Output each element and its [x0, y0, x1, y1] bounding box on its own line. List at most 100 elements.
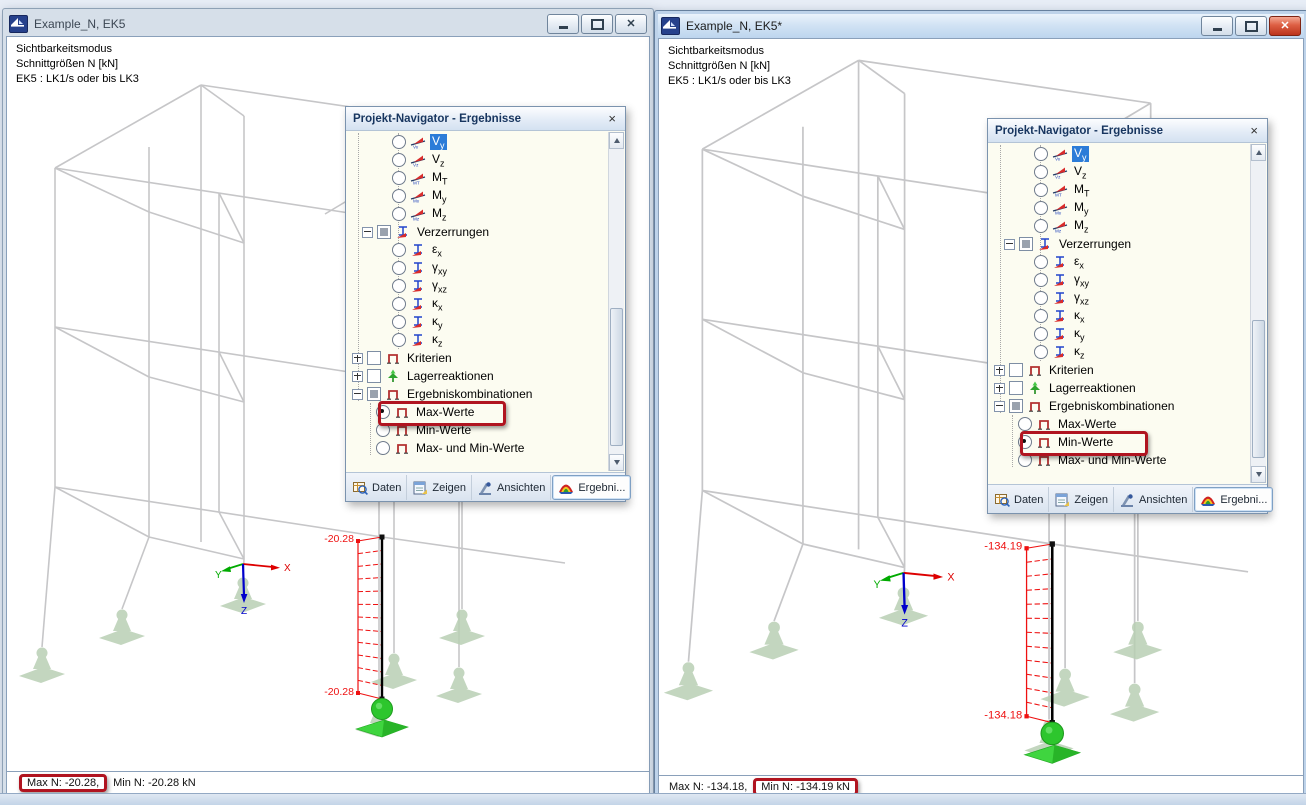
tree-radio[interactable] — [376, 405, 390, 419]
tree-item-mt[interactable]: MT MT — [988, 181, 1251, 199]
minimize-button[interactable] — [547, 14, 579, 34]
close-icon[interactable]: × — [1248, 123, 1260, 138]
tree-radio[interactable] — [1034, 219, 1048, 233]
tree-radio[interactable] — [392, 207, 406, 221]
collapse-icon[interactable] — [994, 400, 1005, 412]
tree-item-ergebniskombinationen[interactable]: Ergebniskombinationen — [346, 385, 609, 403]
tree-radio[interactable] — [1034, 255, 1048, 269]
tab-ansichten[interactable]: Ansichten — [1115, 487, 1194, 512]
tree-radio[interactable] — [376, 423, 390, 437]
tree-radio[interactable] — [1034, 165, 1048, 179]
viewport-3d[interactable]: Sichtbarkeitsmodus Schnittgrößen N [kN] … — [658, 38, 1304, 776]
maximize-button[interactable] — [1235, 16, 1267, 36]
titlebar[interactable]: Example_N, EK5 ✕ — [6, 12, 650, 36]
tree-item-max-werte[interactable]: Max-Werte — [988, 415, 1251, 433]
scroll-up-icon[interactable] — [1251, 144, 1266, 161]
tree-radio[interactable] — [1034, 183, 1048, 197]
tree-checkbox[interactable] — [377, 225, 391, 239]
close-icon[interactable]: × — [606, 111, 618, 126]
tree-radio[interactable] — [1034, 309, 1048, 323]
scrollbar[interactable] — [608, 132, 624, 471]
tree-radio[interactable] — [392, 243, 406, 257]
tree-checkbox[interactable] — [367, 369, 381, 383]
tree-item--xy[interactable]: γxy — [346, 259, 609, 277]
tree-item-mt[interactable]: MT MT — [346, 169, 609, 187]
tree-radio[interactable] — [392, 171, 406, 185]
tree-item-kriterien[interactable]: Kriterien — [346, 349, 609, 367]
tree-radio[interactable] — [392, 333, 406, 347]
tree-item--z[interactable]: κz — [988, 343, 1251, 361]
tree-item-my[interactable]: My My — [346, 187, 609, 205]
expand-icon[interactable] — [352, 352, 363, 364]
scroll-up-icon[interactable] — [609, 132, 624, 149]
tree-item-my[interactable]: My My — [988, 199, 1251, 217]
tree-item-max-und-min-werte[interactable]: Max- und Min-Werte — [988, 451, 1251, 469]
maximize-button[interactable] — [581, 14, 613, 34]
tree-radio[interactable] — [1034, 273, 1048, 287]
tab-daten[interactable]: Daten — [348, 475, 408, 500]
tree-item-max-und-min-werte[interactable]: Max- und Min-Werte — [346, 439, 609, 457]
tree-item--x[interactable]: κx — [346, 295, 609, 313]
tree-radio[interactable] — [1034, 201, 1048, 215]
scrollbar-thumb[interactable] — [610, 308, 623, 446]
tree-radio[interactable] — [376, 441, 390, 455]
collapse-icon[interactable] — [1004, 238, 1015, 250]
tree-radio[interactable] — [1018, 417, 1032, 431]
tree-radio[interactable] — [1034, 345, 1048, 359]
expand-icon[interactable] — [994, 382, 1005, 394]
tree-radio[interactable] — [392, 261, 406, 275]
tree-item--xy[interactable]: γxy — [988, 271, 1251, 289]
scroll-down-icon[interactable] — [609, 454, 624, 471]
tree-item-kriterien[interactable]: Kriterien — [988, 361, 1251, 379]
close-button[interactable]: ✕ — [615, 14, 647, 34]
tab-ergebni[interactable]: Ergebni... — [1194, 487, 1274, 512]
titlebar[interactable]: Example_N, EK5* ✕ — [658, 14, 1304, 38]
tree-radio[interactable] — [392, 279, 406, 293]
tree-checkbox[interactable] — [367, 351, 381, 365]
tree-checkbox[interactable] — [1009, 363, 1023, 377]
tree-item-vy[interactable]: Vy Vy — [346, 133, 609, 151]
tree-radio[interactable] — [1034, 291, 1048, 305]
tree-radio[interactable] — [392, 315, 406, 329]
tree-item--xz[interactable]: γxz — [346, 277, 609, 295]
tree-item-vz[interactable]: Vz Vz — [988, 163, 1251, 181]
tree-item--x[interactable]: εx — [988, 253, 1251, 271]
window-example-ek5-min[interactable]: Example_N, EK5* ✕ Sichtbarkeitsmodus Sch… — [654, 10, 1306, 802]
tab-zeigen[interactable]: Zeigen — [408, 475, 472, 500]
minimize-button[interactable] — [1201, 16, 1233, 36]
tree-item--y[interactable]: κy — [346, 313, 609, 331]
tree-item--x[interactable]: κx — [988, 307, 1251, 325]
expand-icon[interactable] — [352, 370, 363, 382]
tree-item-min-werte[interactable]: Min-Werte — [346, 421, 609, 439]
tree-item-verzerrungen[interactable]: Verzerrungen — [988, 235, 1251, 253]
tab-ansichten[interactable]: Ansichten — [473, 475, 552, 500]
tab-zeigen[interactable]: Zeigen — [1050, 487, 1114, 512]
tree-item-max-werte[interactable]: Max-Werte — [346, 403, 609, 421]
tree-item-mz[interactable]: Mz Mz — [988, 217, 1251, 235]
scrollbar-thumb[interactable] — [1252, 320, 1265, 458]
tree-item-lagerreaktionen[interactable]: Lagerreaktionen — [346, 367, 609, 385]
tree-radio[interactable] — [392, 189, 406, 203]
tree-radio[interactable] — [392, 135, 406, 149]
tab-daten[interactable]: Daten — [990, 487, 1050, 512]
tree-radio[interactable] — [1034, 147, 1048, 161]
scrollbar[interactable] — [1250, 144, 1266, 483]
tree-item-ergebniskombinationen[interactable]: Ergebniskombinationen — [988, 397, 1251, 415]
tree-checkbox[interactable] — [1019, 237, 1033, 251]
tree-radio[interactable] — [392, 297, 406, 311]
tree-checkbox[interactable] — [1009, 381, 1023, 395]
collapse-icon[interactable] — [352, 388, 363, 400]
tree-item-vz[interactable]: Vz Vz — [346, 151, 609, 169]
tree-item--z[interactable]: κz — [346, 331, 609, 349]
close-button[interactable]: ✕ — [1269, 16, 1301, 36]
collapse-icon[interactable] — [362, 226, 373, 238]
tree-item--x[interactable]: εx — [346, 241, 609, 259]
tree-item-lagerreaktionen[interactable]: Lagerreaktionen — [988, 379, 1251, 397]
tree-item-mz[interactable]: Mz Mz — [346, 205, 609, 223]
tree-checkbox[interactable] — [367, 387, 381, 401]
tree-radio[interactable] — [1018, 453, 1032, 467]
window-example-ek5-max[interactable]: Example_N, EK5 ✕ Sichtbarkeitsmodus Schn… — [2, 8, 654, 798]
expand-icon[interactable] — [994, 364, 1005, 376]
tree-radio[interactable] — [1034, 327, 1048, 341]
tree-item--xz[interactable]: γxz — [988, 289, 1251, 307]
